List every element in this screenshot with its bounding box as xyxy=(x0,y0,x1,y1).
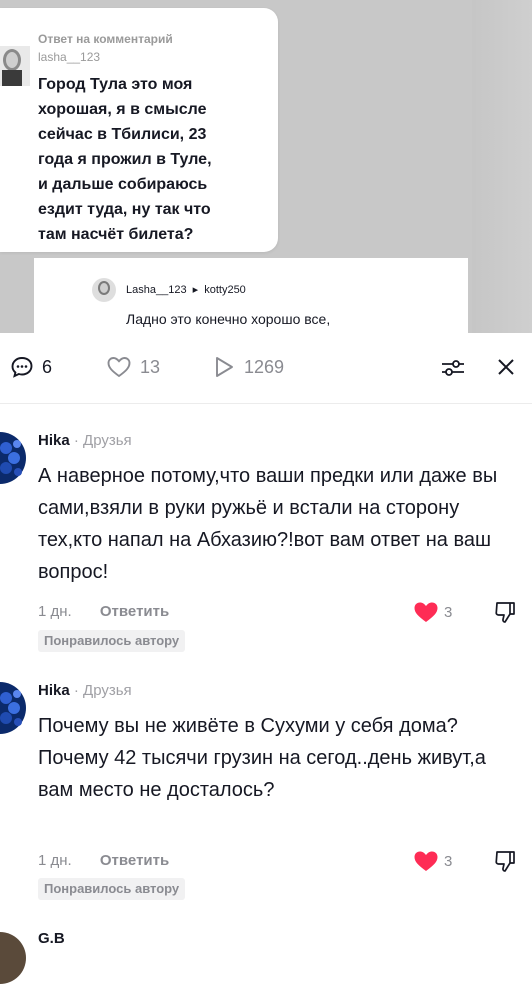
comment-time: 1 дн. xyxy=(38,603,72,620)
liked-by-author-badge: Понравилось автору xyxy=(38,878,186,900)
second-reply-user: Lasha__123 xyxy=(126,284,187,296)
author-tag: · Друзья xyxy=(73,682,132,699)
play-outline-icon xyxy=(216,357,233,377)
reply-username: lasha__123 xyxy=(38,50,101,64)
arrow-icon: ▸ xyxy=(192,284,199,296)
second-reply-target: kotty250 xyxy=(204,284,246,296)
dislike-button[interactable] xyxy=(494,600,516,629)
video-background: Ответ на комментарий lasha__123 Город Ту… xyxy=(0,0,532,333)
comment-author[interactable]: Hika · Друзья xyxy=(38,432,132,449)
comment-time: 1 дн. xyxy=(38,852,72,869)
share-count-stat[interactable]: 1269 xyxy=(212,355,284,379)
second-reply-avatar xyxy=(92,278,116,302)
dislike-button[interactable] xyxy=(494,849,516,878)
avatar[interactable] xyxy=(0,432,26,484)
avatar[interactable] xyxy=(0,932,26,984)
share-count: 1269 xyxy=(244,356,285,377)
comment-meta: 1 дн. Ответить xyxy=(38,603,169,620)
comment-like-button[interactable]: 3 xyxy=(413,849,452,873)
heart-outline-icon xyxy=(107,357,131,378)
liked-by-author-badge: Понравилось автору xyxy=(38,630,186,652)
second-reply-path: Lasha__123 ▸ kotty250 xyxy=(126,283,246,296)
comment-count: 6 xyxy=(42,356,53,377)
like-count: 13 xyxy=(140,356,161,377)
comment-like-count: 3 xyxy=(444,852,453,870)
author-name: Hika xyxy=(38,432,70,449)
comment-text: А наверное потому,что ваши предки или да… xyxy=(38,465,498,583)
heart-filled-icon xyxy=(414,602,438,622)
thumbs-down-icon xyxy=(495,602,515,623)
reply-button[interactable]: Ответить xyxy=(100,603,169,620)
filter-sliders-icon[interactable] xyxy=(440,357,466,384)
comment-icon xyxy=(11,357,33,378)
second-reply-text: Ладно это конечно хорошо все, xyxy=(126,311,331,327)
like-count-stat[interactable]: 13 xyxy=(106,355,160,379)
comment-author[interactable]: G.B xyxy=(38,930,65,947)
comment-author[interactable]: Hika · Друзья xyxy=(38,682,132,699)
author-tag: · Друзья xyxy=(73,432,132,449)
heart-filled-icon xyxy=(414,851,438,871)
comments-stats-bar: 6 13 1269 xyxy=(0,333,532,404)
comment-like-button[interactable]: 3 xyxy=(413,600,452,624)
comment-like-count: 3 xyxy=(444,603,453,621)
thumbs-down-icon xyxy=(495,851,515,872)
avatar[interactable] xyxy=(0,682,26,734)
reply-text: Город Тула это моя хорошая, я в смысле с… xyxy=(38,76,212,243)
video-edge xyxy=(472,0,532,333)
author-name: G.B xyxy=(38,930,65,947)
author-name: Hika xyxy=(38,682,70,699)
comment-meta: 1 дн. Ответить xyxy=(38,852,169,869)
author-tag-text: Друзья xyxy=(83,432,132,449)
second-reply-card: Lasha__123 ▸ kotty250 Ладно это конечно … xyxy=(34,258,468,333)
reply-sticker-card: Ответ на комментарий lasha__123 Город Ту… xyxy=(0,8,278,252)
author-tag-text: Друзья xyxy=(83,682,132,699)
close-icon[interactable] xyxy=(496,357,516,382)
comment-text: Почему вы не живёте в Сухуми у себя дома… xyxy=(38,715,486,801)
reply-header: Ответ на комментарий xyxy=(38,32,173,46)
comment-count-stat[interactable]: 6 xyxy=(10,355,52,379)
reply-user-avatar xyxy=(0,46,30,86)
reply-button[interactable]: Ответить xyxy=(100,852,169,869)
